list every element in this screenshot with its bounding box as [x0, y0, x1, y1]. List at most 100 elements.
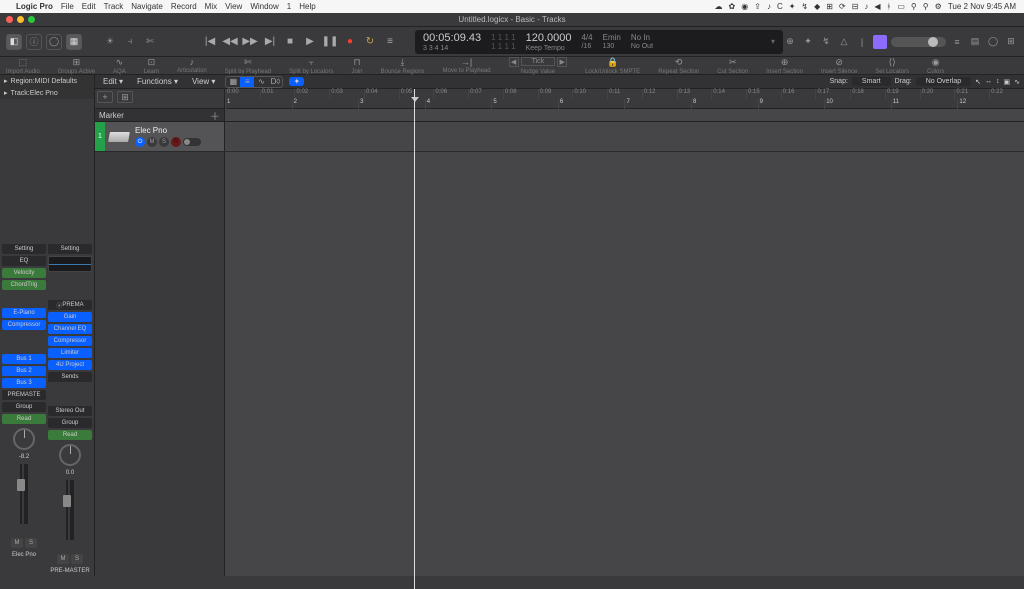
- pause[interactable]: ❚❚: [323, 35, 337, 49]
- output-slot[interactable]: Stereo Out: [48, 406, 92, 416]
- lcd-bpm[interactable]: 120.0000: [526, 32, 572, 44]
- status-icon[interactable]: ⟳: [839, 2, 846, 11]
- tool-cut-section[interactable]: ✂Cut Section: [717, 57, 748, 75]
- tool-repeat-section[interactable]: ⟲Repeat Section: [658, 57, 699, 75]
- menu-record[interactable]: Record: [171, 2, 197, 11]
- output-slot[interactable]: PREMASTE: [2, 390, 46, 400]
- lcd-div[interactable]: /16: [581, 43, 591, 50]
- notes-toggle[interactable]: [873, 35, 887, 49]
- menu-1[interactable]: 1: [287, 2, 291, 11]
- audiofx-slot[interactable]: Gain: [48, 312, 92, 322]
- track-enable[interactable]: ⏻: [135, 137, 145, 147]
- tool-bounce[interactable]: ⤓Bounce Regions: [381, 57, 425, 75]
- mute-button[interactable]: M: [11, 538, 23, 548]
- click[interactable]: △: [837, 35, 851, 49]
- send-slot[interactable]: Bus 3: [2, 378, 46, 388]
- lcd-in[interactable]: No In: [631, 33, 650, 42]
- marker-lane[interactable]: [225, 109, 1024, 121]
- status-icon[interactable]: ✿: [729, 2, 736, 11]
- tool-insert-section[interactable]: ⊕Insert Section: [766, 57, 803, 75]
- menu-view[interactable]: View: [225, 2, 242, 11]
- eq-display[interactable]: [48, 256, 92, 272]
- record[interactable]: ●: [343, 35, 357, 49]
- view-mode-1[interactable]: ▦: [226, 77, 240, 87]
- send-slot[interactable]: Bus 1: [2, 354, 46, 364]
- ruler-bars[interactable]: 123456789101112: [225, 99, 1024, 109]
- lcd-sig[interactable]: 4/4: [581, 33, 592, 42]
- playhead[interactable]: [414, 89, 415, 589]
- forward[interactable]: ▶▶: [243, 35, 257, 49]
- metronome-toggle[interactable]: ⫞: [122, 34, 138, 50]
- search-icon[interactable]: ⚲: [923, 2, 929, 11]
- send-slot[interactable]: Bus 2: [2, 366, 46, 376]
- lcd-key[interactable]: Emin: [603, 33, 621, 42]
- count-in-toggle[interactable]: ✄: [142, 34, 158, 50]
- lcd-loc-end[interactable]: 1 1 1 1: [491, 42, 515, 51]
- tool-aqa[interactable]: ∿AQA: [113, 57, 126, 75]
- status-icon[interactable]: ☁: [715, 2, 723, 11]
- automation-slot[interactable]: Read: [2, 414, 46, 424]
- close-button[interactable]: [6, 16, 13, 23]
- status-icon[interactable]: ⇪: [754, 2, 761, 11]
- pointer-tool[interactable]: ↖: [975, 78, 981, 86]
- cycle[interactable]: ↻: [363, 35, 377, 49]
- tool-split-playhead[interactable]: ✄Split by Playhead: [225, 57, 271, 75]
- ruler[interactable]: + ⊞ 0:000:010:020:030:040:050:060:070:08…: [95, 89, 1024, 109]
- ruler-time[interactable]: 0:000:010:020:030:040:050:060:070:080:09…: [225, 89, 1024, 99]
- zoom-h[interactable]: ↔: [985, 78, 992, 85]
- midifx-slot[interactable]: ChordTrig: [2, 280, 46, 290]
- zoom-tool[interactable]: ▣: [1004, 78, 1011, 86]
- mute-button[interactable]: M: [57, 554, 69, 564]
- view-mode-3[interactable]: ∿: [254, 77, 268, 87]
- clock[interactable]: Tue 2 Nov 9:45 AM: [948, 2, 1016, 11]
- solo-button[interactable]: S: [25, 538, 37, 548]
- menu-window[interactable]: Window: [250, 2, 278, 11]
- waveform-zoom[interactable]: ∿: [1014, 78, 1020, 86]
- track-mute[interactable]: M: [147, 137, 157, 147]
- menu-track[interactable]: Track: [104, 2, 124, 11]
- add-track-button[interactable]: +: [97, 91, 113, 103]
- audiofx-slot[interactable]: Compressor: [2, 320, 46, 330]
- wifi-icon[interactable]: ⚲: [911, 2, 917, 11]
- group-slot[interactable]: Group: [48, 418, 92, 428]
- status-icon[interactable]: ♪: [864, 2, 868, 11]
- duplicate-track-button[interactable]: ⊞: [117, 91, 133, 103]
- lcd-loc-start[interactable]: 1 1 1 1: [491, 33, 515, 42]
- audiofx-slot[interactable]: Channel EQ: [48, 324, 92, 334]
- drag-select[interactable]: No Overlap: [916, 77, 971, 86]
- automation-slot[interactable]: Read: [48, 430, 92, 440]
- rewind[interactable]: ◀◀: [223, 35, 237, 49]
- status-icon[interactable]: ⊞: [826, 2, 833, 11]
- app-menu[interactable]: Logic Pro: [16, 2, 53, 11]
- tool-nudge[interactable]: ◀Tick▶ Nudge Value: [509, 57, 568, 75]
- instrument-slot[interactable]: E-Piano: [2, 308, 46, 318]
- status-icon[interactable]: ✦: [789, 2, 796, 11]
- pan-knob[interactable]: [13, 428, 35, 450]
- list-editors[interactable]: ≡: [950, 35, 964, 49]
- midifx-slot[interactable]: Velocity: [2, 268, 46, 278]
- menu-file[interactable]: File: [61, 2, 74, 11]
- tool-move-playhead[interactable]: →|Move to Playhead: [443, 57, 491, 74]
- setting-slot[interactable]: Setting: [48, 244, 92, 254]
- tracks-edit-menu[interactable]: Edit ▾: [99, 76, 127, 87]
- lcd-menu-icon[interactable]: ▾: [771, 37, 775, 46]
- group-slot[interactable]: Group: [2, 402, 46, 412]
- stop[interactable]: ■: [283, 35, 297, 49]
- tool-learn[interactable]: ⊡Learn: [144, 57, 159, 75]
- tuner[interactable]: ⊕: [783, 35, 797, 49]
- view-mode-seg[interactable]: ▦ ≡ ∿ D◊: [225, 76, 283, 88]
- audiofx-slot[interactable]: Limiter: [48, 348, 92, 358]
- status-icon[interactable]: ↯: [801, 2, 808, 11]
- library-toggle[interactable]: ◧: [6, 34, 22, 50]
- menu-edit[interactable]: Edit: [82, 2, 96, 11]
- tool-articulation[interactable]: ♪Articulation: [177, 57, 207, 74]
- track-lane[interactable]: [225, 122, 1024, 151]
- status-icon[interactable]: ⊟: [852, 2, 859, 11]
- audiofx-slot[interactable]: 4U Project: [48, 360, 92, 370]
- display-mode[interactable]: ☀: [102, 34, 118, 50]
- tool-split-locators[interactable]: ⫟Split by Locators: [289, 57, 333, 75]
- volume-fader[interactable]: [20, 464, 22, 524]
- menu-navigate[interactable]: Navigate: [131, 2, 163, 11]
- tool-insert-silence[interactable]: ⊘Insert Silence: [821, 57, 857, 75]
- replace[interactable]: ≡: [383, 35, 397, 49]
